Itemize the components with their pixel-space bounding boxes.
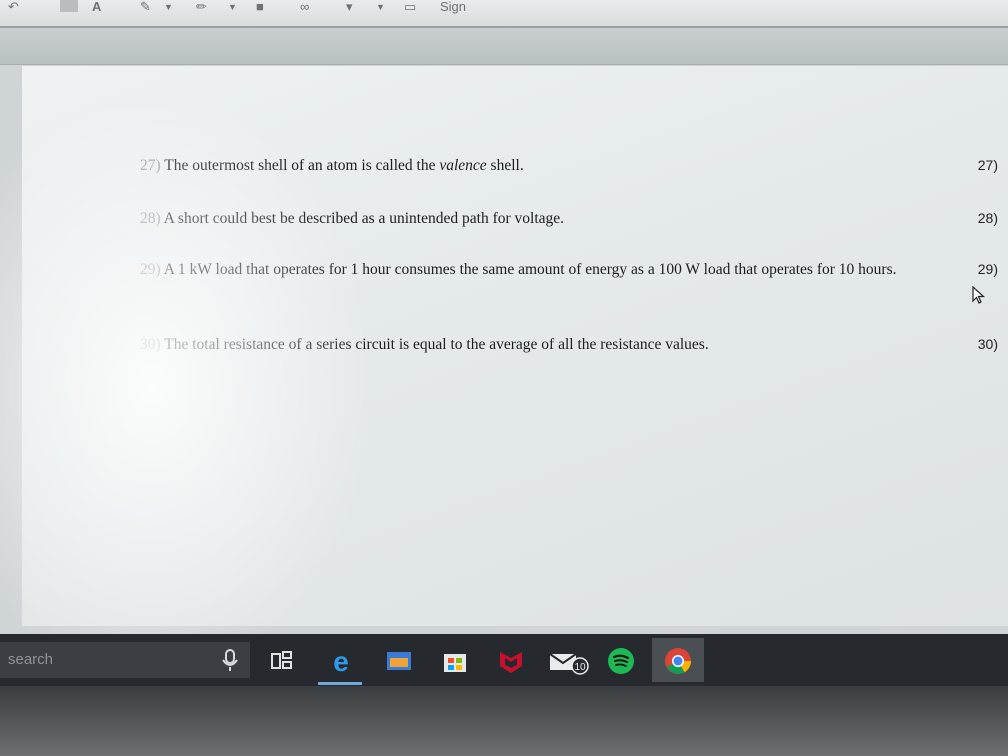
select-tool-icon[interactable] [60,0,78,12]
answer-number-30: 30) [977,336,998,352]
question-text-part: shell. [486,157,524,174]
question-29: 29) A 1 kW load that operates for 1 hour… [140,258,940,282]
stamp-icon[interactable]: ▾ [346,0,353,14]
text-tool-icon[interactable]: A [92,0,101,14]
answer-number-28: 28) [977,210,998,226]
answer-number-27: 27) [977,157,998,173]
fill-sign-icon[interactable]: ▭ [404,0,416,14]
question-30: 30) The total resistance of a series cir… [140,333,940,357]
toolbar: ↶ A ✎ ▼ ✏ ▼ ■ ∞ ▾ ▼ ▭ Sign [0,0,1008,28]
edge-icon[interactable]: e [326,646,356,676]
question-text: A 1 kW load that operates for 1 hour con… [163,261,897,278]
question-text: A short could best be described as a uni… [163,210,565,227]
question-text-part: The outermost shell of an atom is called… [164,157,440,174]
chevron-down-icon[interactable]: ▼ [376,0,385,14]
store-icon[interactable] [440,646,470,676]
question-number: 30) [140,336,161,353]
chrome-icon [665,648,692,674]
monitor-bezel [0,686,1008,756]
screen-glare [0,106,362,666]
question-28: 28) A short could best be described as a… [140,207,940,231]
mouse-pointer-icon [972,286,986,304]
taskbar-search-box[interactable]: search [0,642,250,678]
sign-button[interactable]: Sign [440,0,466,14]
question-number: 27) [140,157,161,174]
undo-icon[interactable]: ↶ [8,0,19,14]
task-view-icon[interactable] [268,646,298,676]
comment-icon[interactable]: ■ [256,0,264,14]
taskbar: search e 10 [0,634,1008,686]
pen-icon[interactable]: ✎ [140,0,151,14]
search-placeholder: search [8,651,54,668]
microphone-icon[interactable] [220,648,240,672]
mail-badge-count: 10 [574,662,586,673]
question-text-italic: valence [439,157,487,174]
svg-text:e: e [333,646,349,676]
chevron-down-icon[interactable]: ▼ [164,0,173,14]
toolbar-secondary [0,28,1008,65]
question-number: 29) [140,261,161,278]
question-text: The outermost shell of an atom is called… [164,157,523,174]
screen: ↶ A ✎ ▼ ✏ ▼ ■ ∞ ▾ ▼ ▭ Sign 27) The outer… [0,0,1008,756]
question-text: The total resistance of a series circuit… [164,336,709,353]
mail-icon[interactable]: 10 [548,646,592,676]
question-number: 28) [140,210,161,227]
chevron-down-icon[interactable]: ▼ [228,0,237,14]
mcafee-icon[interactable] [496,646,526,676]
active-indicator [318,682,362,685]
photos-icon[interactable] [384,646,414,676]
highlighter-icon[interactable]: ✏ [196,0,207,14]
answer-number-29: 29) [977,261,998,277]
question-27: 27) The outermost shell of an atom is ca… [140,154,940,178]
chrome-active-tile[interactable] [652,638,704,682]
spotify-icon[interactable] [606,646,636,676]
link-icon[interactable]: ∞ [300,0,309,14]
document-page: 27) The outermost shell of an atom is ca… [0,66,1008,666]
